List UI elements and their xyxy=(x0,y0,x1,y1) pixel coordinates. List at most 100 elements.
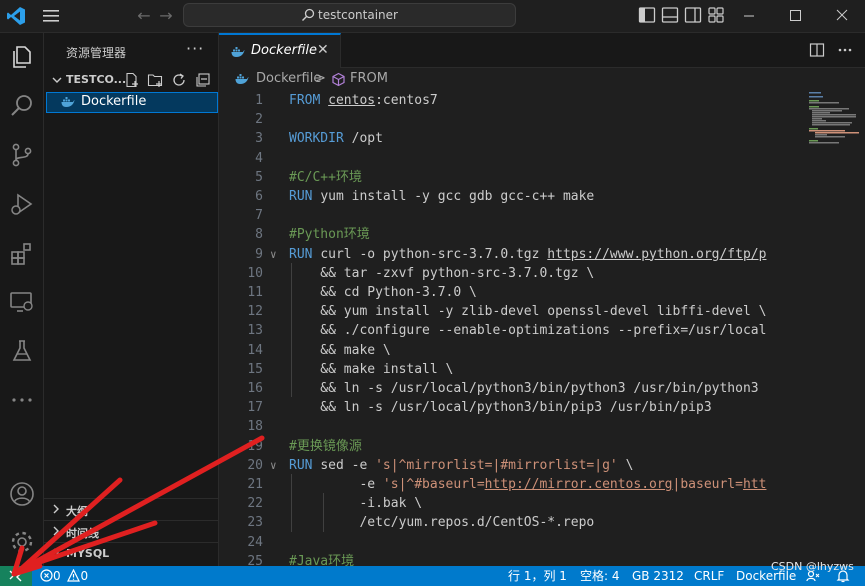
workspace-folder-header[interactable]: TESTCO... xyxy=(44,70,219,92)
code-token: /opt xyxy=(351,131,383,147)
minimap[interactable] xyxy=(801,90,865,566)
line-number: 24 xyxy=(247,534,263,550)
refresh-icon[interactable] xyxy=(171,72,187,88)
code-token: && cd Python-3.7.0 \ xyxy=(289,285,477,300)
new-folder-icon[interactable] xyxy=(147,72,163,88)
code-token: yum install -y gcc gdb gcc-c++ make xyxy=(320,189,595,204)
remote-indicator[interactable] xyxy=(0,566,32,586)
code-token: 's|^#baseurl= xyxy=(382,477,485,492)
outline-section[interactable]: 大纲 xyxy=(44,498,219,520)
split-editor-icon[interactable] xyxy=(809,42,825,58)
code-line[interactable]: 25 #Java环境 xyxy=(219,552,865,566)
code-token: /etc/yum.repos.d/CentOS-*.repo xyxy=(289,515,595,531)
code-line[interactable]: 2 xyxy=(219,110,865,129)
toggle-primary-sidebar-icon[interactable] xyxy=(638,6,656,24)
source-control-icon[interactable] xyxy=(6,139,38,171)
code-text: /etc/yum.repos.d/CentOS-*.repo xyxy=(289,513,594,532)
back-arrow-icon[interactable]: ← xyxy=(135,6,153,26)
more-views-icon[interactable] xyxy=(6,384,38,416)
line-number: 14 xyxy=(247,342,263,358)
end-of-line[interactable]: CRLF xyxy=(694,569,724,583)
cursor-position[interactable]: 行 1，列 1 xyxy=(508,569,567,583)
line-number: 13 xyxy=(247,323,263,339)
code-line[interactable]: 9 ∨ RUN curl -o python-src-3.7.0.tgz https… xyxy=(219,245,865,264)
menu-icon[interactable] xyxy=(42,8,60,24)
code-line[interactable]: 12 && yum install -y zlib-devel openssl-… xyxy=(219,302,865,321)
code-line[interactable]: 16 && ln -s /usr/local/python3/bin/pytho… xyxy=(219,379,865,398)
search-icon[interactable] xyxy=(6,90,38,122)
settings-gear-icon[interactable] xyxy=(6,526,38,558)
code-text: && make install \ xyxy=(289,360,453,379)
code-token: WORKDIR xyxy=(289,131,352,147)
code-line[interactable]: 20 ∨ RUN sed -e 's|^mirrorlist=|#mirrorlis… xyxy=(219,456,865,475)
command-center-search[interactable]: testcontainer xyxy=(183,3,516,27)
collapse-all-icon[interactable] xyxy=(195,72,211,88)
account-icon[interactable] xyxy=(6,478,38,510)
close-window-icon[interactable] xyxy=(819,0,865,32)
code-line[interactable]: 3 WORKDIR /opt xyxy=(219,129,865,148)
code-token: htt xyxy=(742,477,767,492)
code-line[interactable]: 11 && cd Python-3.7.0 \ xyxy=(219,283,865,302)
file-item-dockerfile[interactable]: Dockerfile xyxy=(46,92,218,113)
more-actions-icon[interactable] xyxy=(837,42,853,58)
code-line[interactable]: 15 && make install \ xyxy=(219,360,865,379)
code-line[interactable]: 23 /etc/yum.repos.d/CentOS-*.repo xyxy=(219,513,865,532)
indentation[interactable]: 空格: 4 xyxy=(580,569,620,583)
fold-chevron-icon[interactable]: ∨ xyxy=(270,245,277,264)
mysql-section[interactable]: MYSQL xyxy=(44,542,219,564)
run-and-debug-icon[interactable] xyxy=(6,188,38,220)
line-number: 21 xyxy=(247,477,263,492)
customize-layout-icon[interactable] xyxy=(707,6,725,24)
code-token: |baseurl= xyxy=(672,477,743,492)
toggle-panel-icon[interactable] xyxy=(661,6,679,24)
code-line[interactable]: 5 #C/C++环境 xyxy=(219,168,865,187)
testing-icon[interactable] xyxy=(6,335,38,367)
code-line[interactable]: 18 xyxy=(219,417,865,436)
code-token: -e xyxy=(289,477,383,492)
code-editor[interactable]: 1 FROM centos:centos7 2 3 WORKDIR /opt 4 5 #C/C… xyxy=(219,90,865,566)
code-line[interactable]: 4 xyxy=(219,149,865,168)
error-count: 0 xyxy=(53,569,61,583)
problems-indicator[interactable]: 0 0 xyxy=(40,568,88,583)
encoding[interactable]: GB 2312 xyxy=(632,569,684,583)
maximize-icon[interactable] xyxy=(772,0,818,32)
code-line[interactable]: 17 && ln -s /usr/local/python3/bin/pip3 … xyxy=(219,398,865,417)
sidebar-title: 资源管理器 xyxy=(66,46,127,60)
extensions-icon[interactable] xyxy=(6,237,38,269)
breadcrumb-file[interactable]: Dockerfile xyxy=(256,71,321,86)
explorer-icon[interactable] xyxy=(6,41,38,73)
code-line[interactable]: 14 && make \ xyxy=(219,341,865,360)
code-token: -i.bak \ xyxy=(289,496,423,512)
minimize-icon[interactable] xyxy=(726,0,772,32)
code-line[interactable]: 7 xyxy=(219,206,865,225)
editor-area: Dockerfile ✕ Dockerfile > FROM 1 FROM cen… xyxy=(219,33,865,566)
line-number: 20 xyxy=(247,457,263,473)
code-line[interactable]: 6 RUN yum install -y gcc gdb gcc-c++ make xyxy=(219,187,865,206)
forward-arrow-icon[interactable]: → xyxy=(157,6,175,26)
tab-close-icon[interactable]: ✕ xyxy=(317,42,329,58)
code-line[interactable]: 13 && ./configure --enable-optimizations… xyxy=(219,321,865,340)
remote-explorer-icon[interactable] xyxy=(6,286,38,318)
toggle-secondary-sidebar-icon[interactable] xyxy=(684,6,702,24)
code-line[interactable]: 1 FROM centos:centos7 xyxy=(219,91,865,110)
code-line[interactable]: 24 xyxy=(219,533,865,552)
code-line[interactable]: 19 #更换镜像源 xyxy=(219,437,865,456)
breadcrumb-symbol[interactable]: FROM xyxy=(350,71,388,86)
section-label: 大纲 xyxy=(66,505,88,518)
fold-chevron-icon[interactable]: ∨ xyxy=(270,456,277,475)
code-line[interactable]: 21 -e 's|^#baseurl=http://mirror.centos.… xyxy=(219,475,865,494)
chevron-right-icon xyxy=(53,548,59,558)
tab-dockerfile[interactable]: Dockerfile ✕ xyxy=(219,33,341,68)
code-line[interactable]: 22 -i.bak \ xyxy=(219,494,865,513)
timeline-section[interactable]: 时间线 xyxy=(44,520,219,542)
explorer-sidebar: 资源管理器 ··· TESTCO... Dockerfile 大纲 时间线 MY… xyxy=(44,33,219,566)
code-text: #更换镜像源 xyxy=(289,437,362,456)
code-line[interactable]: 8 #Python环境 xyxy=(219,225,865,244)
vscode-logo-icon xyxy=(7,7,25,25)
docker-file-icon xyxy=(231,47,245,57)
code-text: RUN yum install -y gcc gdb gcc-c++ make xyxy=(289,187,594,206)
line-number: 9 xyxy=(255,246,263,262)
sidebar-more-actions[interactable]: ··· xyxy=(186,39,204,58)
code-line[interactable]: 10 && tar -zxvf python-src-3.7.0.tgz \ xyxy=(219,264,865,283)
new-file-icon[interactable] xyxy=(124,72,140,88)
